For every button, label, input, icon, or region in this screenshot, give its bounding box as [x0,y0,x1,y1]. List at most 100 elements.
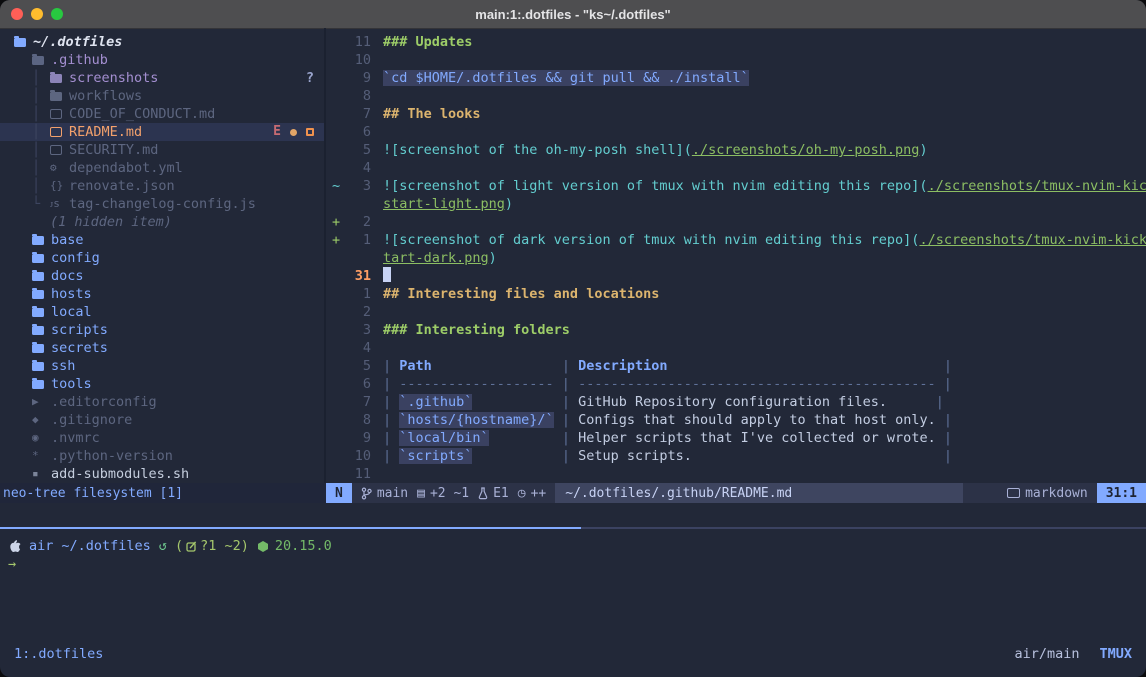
tree-item[interactable]: │screenshots? [0,69,324,87]
tree-item-label: (1 hidden item) [50,213,172,231]
tree-item[interactable]: │SECURITY.md [0,141,324,159]
editor-line[interactable]: 2 [326,303,1146,321]
zoom-button[interactable] [51,8,63,20]
editor-line[interactable]: 9`cd $HOME/.dotfiles && git pull && ./in… [326,69,1146,87]
tree-item-label: secrets [51,339,108,357]
editor-line[interactable]: +1![screenshot of dark version of tmux w… [326,231,1146,249]
tree-item[interactable]: │⚙dependabot.yml [0,159,324,177]
editor-line[interactable]: 6| ------------------- | ---------------… [326,375,1146,393]
line-text [371,465,383,483]
git-branch-icon [361,487,372,500]
tree-item-label: workflows [69,87,142,105]
tree-item[interactable]: base [0,231,324,249]
editor-line[interactable]: 5![screenshot of the oh-my-posh shell](.… [326,141,1146,159]
tree-item[interactable]: └ᴊstag-changelog-config.js [0,195,324,213]
line-number: 3 [345,177,371,195]
editor-line[interactable]: 31 [326,267,1146,285]
tree-item[interactable]: *.python-version [0,447,324,465]
shell-file-icon: ▪ [32,465,39,483]
tree-item[interactable]: tools [0,375,324,393]
folder-icon [32,290,44,299]
line-text: `cd $HOME/.dotfiles && git pull && ./ins… [371,69,749,87]
updates-segment: ◷ ++ [518,486,546,501]
editor-line[interactable]: 1## Interesting files and locations [326,285,1146,303]
tree-item[interactable]: .github [0,51,324,69]
untracked-badge: ? [306,69,314,87]
gutter-sign [326,33,345,51]
line-number: 6 [345,375,371,393]
line-number: 9 [345,69,371,87]
editor-line[interactable]: 8 [326,87,1146,105]
editor-line[interactable]: ~3![screenshot of light version of tmux … [326,177,1146,195]
line-text: ## The looks [371,105,481,123]
tree-item[interactable]: local [0,303,324,321]
tree-guide: │ [32,141,50,159]
line-text [371,267,391,285]
play-icon: ▶ [32,393,39,411]
folder-icon [32,272,44,281]
gutter-sign [326,339,345,357]
git-open-paren: ( [175,538,183,554]
editor-line[interactable]: 9| `local/bin` | Helper scripts that I'v… [326,429,1146,447]
line-text: | `hosts/{hostname}/` | Configs that sho… [371,411,952,429]
line-text: tart-dark.png) [371,249,497,267]
tree-item[interactable]: ◆.gitignore [0,411,324,429]
tree-item-label: add-submodules.sh [51,465,189,483]
editor-line[interactable]: 8| `hosts/{hostname}/` | Configs that sh… [326,411,1146,429]
folder-icon [32,308,44,317]
editor-line[interactable]: +2 [326,213,1146,231]
tree-item[interactable]: docs [0,267,324,285]
tree-item[interactable]: │{}renovate.json [0,177,324,195]
close-button[interactable] [11,8,23,20]
tree-item[interactable]: ▶.editorconfig [0,393,324,411]
folder-icon [32,56,44,65]
tree-item[interactable]: ~/.dotfiles [0,33,324,51]
folder-icon [14,38,26,47]
editor-line[interactable]: 7## The looks [326,105,1146,123]
folder-icon [32,380,44,389]
line-number: 9 [345,429,371,447]
gutter-sign: ~ [326,177,345,195]
tree-item[interactable]: ssh [0,357,324,375]
editor-line[interactable]: tart-dark.png) [326,249,1146,267]
editor-line[interactable]: 5| Path | Description | [326,357,1146,375]
tree-item-label: screenshots [69,69,158,87]
editor-line[interactable]: 4 [326,339,1146,357]
editor-line[interactable]: 10 [326,51,1146,69]
prompt-host: air [29,538,53,554]
editor-line[interactable]: 11 [326,465,1146,483]
editor-buffer[interactable]: 11### Updates109`cd $HOME/.dotfiles && g… [326,28,1146,483]
gutter-sign: + [326,231,345,249]
tree-item[interactable]: │CODE_OF_CONDUCT.md [0,105,324,123]
editor-line[interactable]: 7| `.github` | GitHub Repository configu… [326,393,1146,411]
tree-item[interactable]: config [0,249,324,267]
editor-line[interactable]: 10| `scripts` | Setup scripts. | [326,447,1146,465]
gutter-sign [326,249,345,267]
editor-line[interactable]: 4 [326,159,1146,177]
terminal-window: main:1:.dotfiles - "ks~/.dotfiles" ~/.do… [0,0,1146,677]
line-text: ### Updates [371,33,472,51]
gutter-sign [326,393,345,411]
editor-line[interactable]: 3### Interesting folders [326,321,1146,339]
line-number: 10 [345,51,371,69]
tree-item[interactable]: secrets [0,339,324,357]
tree-item[interactable]: hosts [0,285,324,303]
editor-line[interactable]: start-light.png) [326,195,1146,213]
tree-item-selected[interactable]: │README.mdE [0,123,324,141]
line-number: 2 [345,303,371,321]
editor-line[interactable]: 6 [326,123,1146,141]
tree-item[interactable]: scripts [0,321,324,339]
tree-item[interactable]: (1 hidden item) [0,213,324,231]
folder-icon [32,362,44,371]
shell-pane[interactable]: air ~/.dotfiles ↺ ( ?1 ~2 ) 20.15.0 → [0,529,1146,647]
tree-item[interactable]: ◉.nvmrc [0,429,324,447]
tmux-window-tab[interactable]: 1:.dotfiles [14,646,103,662]
editor-line[interactable]: 11### Updates [326,33,1146,51]
line-text: | `scripts` | Setup scripts. | [371,447,952,465]
prompt-arrow: → [8,556,16,572]
gutter-sign [326,69,345,87]
line-text: ![screenshot of light version of tmux wi… [371,177,1146,195]
minimize-button[interactable] [31,8,43,20]
tree-item[interactable]: │workflows [0,87,324,105]
tree-item[interactable]: ▪ add-submodules.sh [0,465,324,483]
